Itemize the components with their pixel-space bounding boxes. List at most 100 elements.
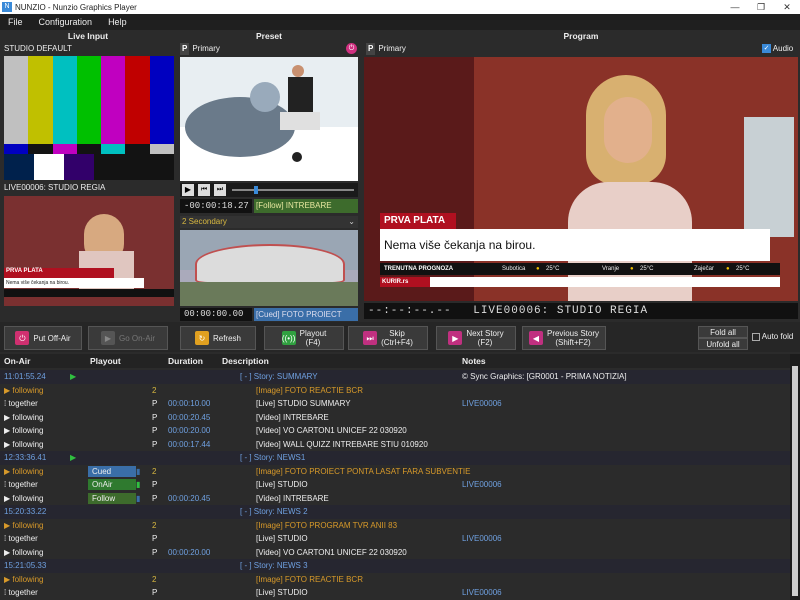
collapse-chevron-icon[interactable]: ⌄ bbox=[348, 216, 355, 228]
broadcast-icon: ((•)) bbox=[281, 331, 296, 345]
menu-configuration[interactable]: Configuration bbox=[31, 17, 101, 27]
next-story-icon: ▶ bbox=[448, 331, 463, 345]
skip-button[interactable]: ⏭ Skip (Ctrl+F4) bbox=[348, 326, 428, 350]
on-air-cell: ▶ following bbox=[4, 385, 44, 395]
rundown-table-header: On-Air Playout Duration Description Note… bbox=[0, 354, 790, 368]
table-row[interactable]: ▶ following 2 [Image] FOTO REACTIE BCR bbox=[0, 384, 790, 398]
playout-channel-cell: P bbox=[152, 534, 158, 543]
title-bar: N NUNZIO - Nunzio Graphics Player — ❐ ✕ bbox=[0, 0, 800, 14]
close-button[interactable]: ✕ bbox=[774, 0, 800, 14]
status-indicator-icon: ▮ bbox=[136, 480, 141, 489]
rundown-scrollbar[interactable] bbox=[790, 354, 800, 600]
table-row[interactable]: 15:20:33.22 [ - ] Story: NEWS 2 bbox=[0, 505, 790, 519]
seek-bar[interactable] bbox=[232, 189, 354, 191]
preset-video-preview[interactable] bbox=[180, 57, 358, 181]
col-notes[interactable]: Notes bbox=[462, 356, 486, 366]
preset-timecode: -00:00:18.27 bbox=[180, 199, 252, 213]
scrollbar-thumb[interactable] bbox=[792, 366, 798, 596]
col-playout[interactable]: Playout bbox=[90, 356, 121, 366]
playout-button[interactable]: ((•)) Playout (F4) bbox=[264, 326, 344, 350]
col-on-air[interactable]: On-Air bbox=[4, 356, 30, 366]
on-air-cell: ⁞ together bbox=[4, 480, 38, 489]
menu-help[interactable]: Help bbox=[100, 17, 135, 27]
preset-primary-label: P Primary bbox=[180, 43, 220, 55]
description-cell: [Video] INTREBARE bbox=[256, 412, 329, 422]
duration-cell: 00:00:20.00 bbox=[168, 547, 211, 557]
go-on-air-button[interactable]: ▶ Go On-Air bbox=[88, 326, 168, 350]
notes-cell: LIVE00006 bbox=[462, 534, 502, 543]
program-site-logo: KURIR.rs bbox=[380, 277, 430, 287]
audio-checkbox[interactable]: ✓ bbox=[762, 44, 771, 54]
program-timecode-bar: --:--:--.-- LIVE00006: STUDIO REGIA bbox=[364, 303, 798, 319]
on-air-cell: ⁞ together bbox=[4, 588, 38, 597]
description-cell: [Video] WALL QUIZZ INTREBARE STIU 010920 bbox=[256, 439, 428, 449]
minimize-button[interactable]: — bbox=[722, 0, 748, 14]
maximize-button[interactable]: ❐ bbox=[748, 0, 774, 14]
table-row[interactable]: ⁞ together P [Live] STUDIO LIVE00006 bbox=[0, 586, 790, 600]
table-row[interactable]: ⁞ together OnAir ▮ P [Live] STUDIO LIVE00006 bbox=[0, 478, 790, 492]
program-primary-badge: P bbox=[366, 43, 376, 55]
playout-channel-cell: P bbox=[152, 493, 158, 503]
description-cell: [ - ] Story: NEWS 2 bbox=[240, 507, 308, 516]
description-cell: [Live] STUDIO bbox=[256, 534, 308, 543]
table-row[interactable]: ▶ following Follow ▮ P 00:00:20.45 [Video] IN… bbox=[0, 492, 790, 506]
status-indicator-icon: ▮ bbox=[136, 466, 141, 476]
put-off-air-button[interactable]: ⏻ Put Off-Air bbox=[4, 326, 82, 350]
on-air-cell: ⁞ together bbox=[4, 534, 38, 543]
fold-all-button[interactable]: Fold all bbox=[698, 326, 748, 338]
table-row[interactable]: ▶ following P 00:00:20.00 [Video] VO CARTON… bbox=[0, 424, 790, 438]
table-row[interactable]: 11:01:55.24 ▶ [ - ] Story: SUMMARY © Sync G… bbox=[0, 370, 790, 384]
table-row[interactable]: ▶ following P 00:00:17.44 [Video] WALL QUIZ… bbox=[0, 438, 790, 452]
description-cell: [Video] VO CARTON1 UNICEF 22 030920 bbox=[256, 426, 407, 435]
on-air-cell: 11:01:55.24 bbox=[4, 372, 46, 381]
live-input-heading: Live Input bbox=[67, 31, 109, 41]
duration-cell: 00:00:20.45 bbox=[168, 412, 211, 422]
preset-secondary-preview[interactable] bbox=[180, 230, 358, 306]
on-air-cell: 12:33:36.41 bbox=[4, 453, 47, 462]
go-on-air-icon: ▶ bbox=[100, 331, 115, 345]
col-description[interactable]: Description bbox=[222, 356, 269, 366]
color-bars-preview[interactable] bbox=[4, 56, 174, 180]
power-icon[interactable]: ⏻ bbox=[346, 43, 357, 54]
playout-channel-cell: P bbox=[152, 399, 158, 408]
on-air-cell: ▶ following bbox=[4, 426, 44, 435]
seek-handle[interactable] bbox=[254, 186, 258, 194]
table-row[interactable]: ▶ following 2 [Image] FOTO PROGRAM TVR ANI… bbox=[0, 519, 790, 533]
table-row[interactable]: ⁞ together P 00:00:10.00 [Live] STUDIO SUMM… bbox=[0, 397, 790, 411]
play-button[interactable]: ▶ bbox=[182, 184, 194, 196]
preset-secondary-header[interactable]: 2 Secondary ⌄ bbox=[180, 216, 358, 228]
table-row[interactable]: ⁞ together P [Live] STUDIO LIVE00006 bbox=[0, 532, 790, 546]
playout-channel-cell: P bbox=[152, 480, 158, 489]
description-cell: [Image] FOTO REACTIE BCR bbox=[256, 574, 363, 584]
table-row[interactable]: 15:21:05.33 [ - ] Story: NEWS 3 bbox=[0, 559, 790, 573]
col-duration[interactable]: Duration bbox=[168, 356, 203, 366]
playout-channel-cell: P bbox=[152, 588, 158, 597]
notes-cell: LIVE00006 bbox=[462, 399, 502, 408]
program-preview[interactable]: PRVA PLATA Nema više čekanja na birou. T… bbox=[364, 57, 798, 301]
on-air-cell: ▶ following bbox=[4, 439, 44, 449]
refresh-button[interactable]: ↻ Refresh bbox=[180, 326, 256, 350]
audio-toggle[interactable]: ✓ Audio bbox=[762, 43, 793, 55]
step-button[interactable]: ⏭ bbox=[214, 184, 226, 196]
unfold-all-button[interactable]: Unfold all bbox=[698, 338, 748, 350]
playout-channel-cell: 2 bbox=[152, 574, 157, 584]
table-row[interactable]: ▶ following Cued ▮ 2 [Image] FOTO PROIECT PO… bbox=[0, 465, 790, 479]
table-row[interactable]: ▶ following P 00:00:20.00 [Video] VO CARTON… bbox=[0, 546, 790, 560]
duration-cell: 00:00:10.00 bbox=[168, 399, 211, 408]
program-weather-ticker: TRENUTNA PROGNOZA Subotica ● 25°C Vranje… bbox=[380, 263, 780, 275]
auto-fold-toggle[interactable]: Auto fold bbox=[752, 331, 793, 343]
auto-fold-checkbox[interactable] bbox=[752, 332, 760, 341]
rewind-button[interactable]: ⏮ bbox=[198, 184, 210, 196]
table-row[interactable]: 12:33:36.41 ▶ [ - ] Story: NEWS1 bbox=[0, 451, 790, 465]
preset-cued-status: [Cued] FOTO PROIECT PONTA bbox=[254, 308, 358, 332]
description-cell: [ - ] Story: NEWS1 bbox=[240, 453, 306, 462]
table-row[interactable]: ▶ following 2 [Image] FOTO REACTIE BCR bbox=[0, 573, 790, 587]
live-studio-preview[interactable]: PRVA PLATA Nema više čekanja na birou. bbox=[4, 196, 174, 306]
next-story-button[interactable]: ▶ Next Story (F2) bbox=[436, 326, 516, 350]
previous-story-button[interactable]: ◀ Previous Story (Shift+F2) bbox=[522, 326, 606, 350]
duration-cell: 00:00:20.00 bbox=[168, 426, 211, 435]
menu-file[interactable]: File bbox=[0, 17, 31, 27]
description-cell: [Live] STUDIO SUMMARY bbox=[256, 399, 351, 408]
description-cell: [ - ] Story: NEWS 3 bbox=[240, 561, 308, 570]
table-row[interactable]: ▶ following P 00:00:20.45 [Video] INTREBARE bbox=[0, 411, 790, 425]
